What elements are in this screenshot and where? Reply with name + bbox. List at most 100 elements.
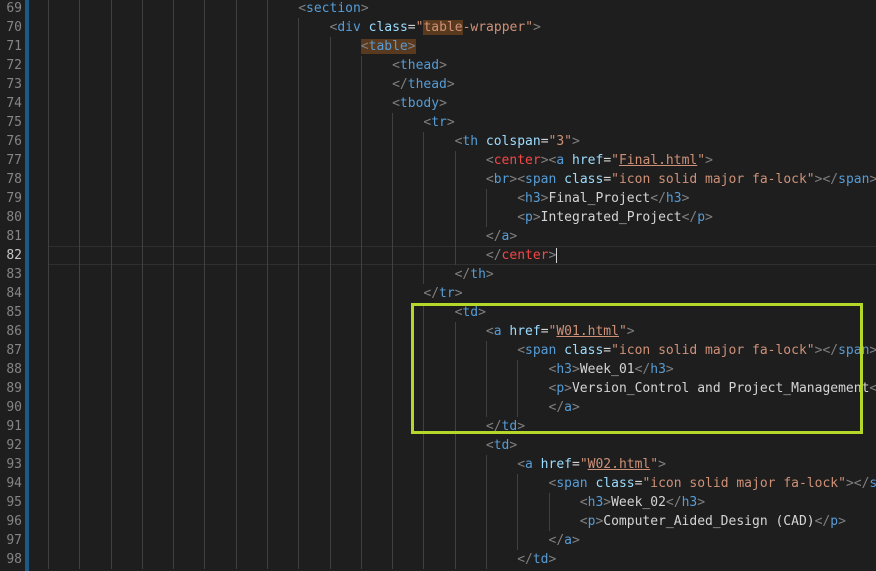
line-number: 88 (6, 362, 22, 377)
code-token: td (532, 552, 549, 567)
code-token: W01.html (556, 324, 619, 339)
indent-guide (48, 417, 49, 436)
code-token: class (368, 20, 408, 35)
indent-guide (48, 512, 49, 531)
indent-guide (235, 151, 237, 170)
indent-guide (141, 189, 143, 208)
code-line[interactable]: 77 <center><a href="Final.html"> (0, 151, 876, 170)
indent-guide (235, 436, 237, 455)
code-line[interactable]: 74 <tbody> (0, 94, 876, 113)
code-line[interactable]: 95 <h3>Week_02</h3> (0, 493, 876, 512)
code-token: " (650, 457, 659, 472)
line-number: 75 (6, 115, 22, 130)
code-line[interactable]: 96 <p>Computer_Aided_Design (CAD)</p> (0, 512, 876, 531)
code-line[interactable]: 78 <br><span class="icon solid major fa-l… (0, 170, 876, 189)
indent-guide (454, 189, 456, 208)
code-line[interactable]: 73 </thead> (0, 75, 876, 94)
indent-guide (173, 512, 175, 531)
code-token: p (830, 514, 839, 529)
code-line[interactable]: 94 <span class="icon solid major fa-lock"… (0, 474, 876, 493)
code-line[interactable]: 81 </a> (0, 227, 876, 246)
line-number: 73 (6, 77, 22, 92)
line-number: 81 (6, 229, 22, 244)
indent-guide (173, 284, 175, 303)
indent-guide (329, 75, 331, 94)
indent-guide (329, 550, 331, 569)
code-line[interactable]: 92 <td> (0, 436, 876, 455)
code-token: h3 (587, 495, 604, 510)
code-line[interactable]: 70 <div class="table-wrapper"> (0, 18, 876, 37)
line-number: 84 (6, 286, 22, 301)
indent-guide (173, 94, 175, 113)
code-token: Integrated_Project (540, 210, 682, 225)
code-content: <a href="W01.html"> (486, 322, 635, 341)
indent-guide (485, 208, 487, 227)
indent-guide (298, 265, 300, 284)
code-token: < (485, 324, 494, 339)
code-token: < (517, 343, 526, 358)
indent-guide (173, 113, 175, 132)
indent-guide (235, 18, 237, 37)
indent-guide (204, 132, 206, 151)
indent-guide (48, 436, 49, 455)
indent-guide (48, 151, 49, 170)
indent-guide (48, 75, 49, 94)
indent-guide (79, 56, 81, 75)
code-line[interactable]: 83 </th> (0, 265, 876, 284)
indent-guide (392, 208, 394, 227)
indent-guide (141, 0, 143, 18)
code-line[interactable]: 88 <h3>Week_01</h3> (0, 360, 876, 379)
code-content: <td> (486, 436, 517, 455)
code-line[interactable]: 97 </a> (0, 531, 876, 550)
indent-guide (173, 37, 175, 56)
code-line[interactable]: 71 <table> (0, 37, 876, 56)
line-number: 77 (6, 153, 22, 168)
code-token: > (548, 248, 557, 263)
code-line[interactable]: 76 <th colspan="3"> (0, 132, 876, 151)
indent-guide (329, 284, 331, 303)
code-line[interactable]: 69 <section> (0, 0, 876, 18)
line-number: 89 (6, 381, 22, 396)
code-line[interactable]: 82 </center> (0, 246, 876, 265)
code-line[interactable]: 80 <p>Integrated_Project</p> (0, 208, 876, 227)
indent-guide (298, 474, 300, 493)
line-number: 78 (6, 172, 22, 187)
indent-guide (267, 341, 268, 360)
indent-guide (110, 322, 112, 341)
code-line[interactable]: 84 </tr> (0, 284, 876, 303)
indent-guide (173, 75, 175, 94)
code-token: < (485, 153, 494, 168)
indent-guide (141, 18, 143, 37)
code-line[interactable]: 75 <tr> (0, 113, 876, 132)
indent-guide (110, 113, 112, 132)
indent-guide (141, 151, 143, 170)
indent-guide (298, 208, 300, 227)
code-line[interactable]: 89 <p>Version_Control and Project_Managem… (0, 379, 876, 398)
indent-guide (267, 474, 268, 493)
code-token: > (626, 324, 635, 339)
code-token: </ (485, 229, 502, 244)
code-line[interactable]: 91 </td> (0, 417, 876, 436)
indent-guide (298, 417, 300, 436)
code-line[interactable]: 87 <span class="icon solid major fa-lock"… (0, 341, 876, 360)
indent-guide (110, 303, 112, 322)
code-token: </ (423, 286, 440, 301)
code-line[interactable]: 72 <thead> (0, 56, 876, 75)
code-content: </tr> (423, 284, 462, 303)
code-line[interactable]: 79 <h3>Final_Project</h3> (0, 189, 876, 208)
code-line[interactable]: 85 <td> (0, 303, 876, 322)
indent-guide (235, 208, 237, 227)
code-line[interactable]: 93 <a href="W02.html"> (0, 455, 876, 474)
code-token: " (697, 153, 706, 168)
code-line[interactable]: 90 </a> (0, 398, 876, 417)
indent-guide (392, 265, 394, 284)
code-line[interactable]: 86 <a href="W01.html"> (0, 322, 876, 341)
indent-guide (360, 208, 362, 227)
code-token: tbody (399, 96, 440, 111)
indent-guide (454, 170, 456, 189)
code-editor[interactable]: 69 <section> 70 <div class="table-wrapper">… (0, 0, 876, 571)
code-content: </thead> (392, 75, 455, 94)
indent-guide (110, 37, 112, 56)
code-line[interactable]: 98 </td> (0, 550, 876, 569)
